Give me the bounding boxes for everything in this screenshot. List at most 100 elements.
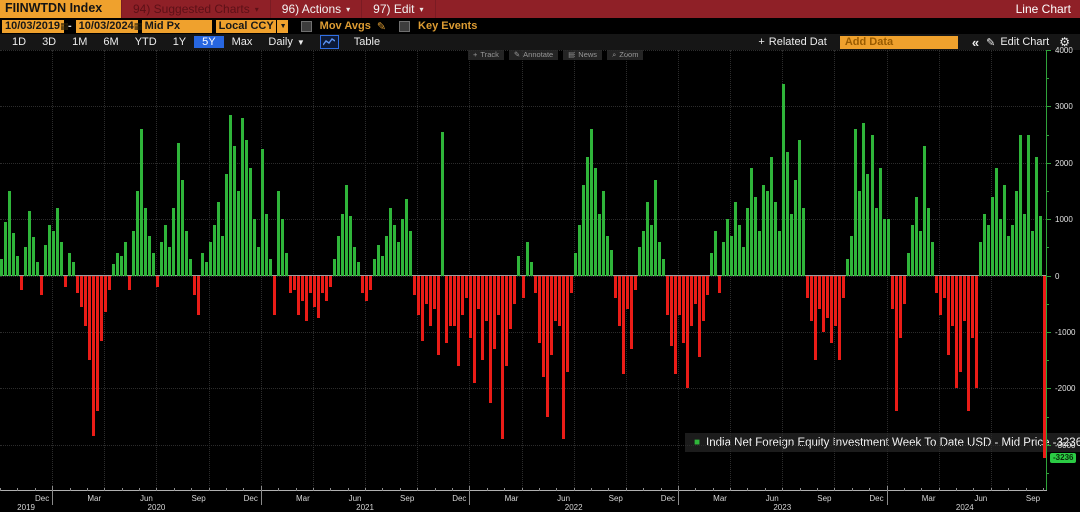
year-separator <box>887 486 888 505</box>
chart-bar <box>846 259 849 276</box>
collapse-panel-button[interactable]: « <box>972 35 979 50</box>
chart-bar <box>76 276 79 293</box>
security-ticker-field[interactable]: FIINWTDN Index <box>0 0 121 18</box>
chart-bar <box>249 168 252 275</box>
chart-bar <box>654 180 657 276</box>
chart-bar <box>798 140 801 275</box>
edit-chart-button[interactable]: ✎ Edit Chart <box>986 36 1049 49</box>
chart-bar <box>931 242 934 276</box>
legend-label: India Net Foreign Equity Investment Week… <box>706 437 1080 449</box>
end-date-input[interactable]: 10/03/2024 ▦ <box>76 20 138 33</box>
x-axis-minor-tick <box>869 488 870 491</box>
menu-edit[interactable]: 97) Edit ▾ <box>362 0 435 18</box>
chart-bar <box>594 168 597 275</box>
chart-bar <box>522 276 525 299</box>
legend[interactable]: ■ India Net Foreign Equity Investment We… <box>685 433 1080 452</box>
chart-bar <box>253 219 256 275</box>
last-price-badge: -3236 <box>1050 453 1076 463</box>
news-button[interactable]: ▤ News <box>563 50 602 60</box>
chart-bar <box>550 276 553 355</box>
key-events-checkbox[interactable] <box>399 21 410 32</box>
chart-bar <box>614 276 617 299</box>
range-tab-1m[interactable]: 1M <box>64 36 95 48</box>
year-separator <box>678 486 679 505</box>
range-tab-1y[interactable]: 1Y <box>165 36 194 48</box>
currency-select[interactable]: Local CCY ▼ <box>216 20 288 33</box>
range-toolbar: 1D 3D 1M 6M YTD 1Y 5Y Max Daily ▼ Table … <box>0 34 1080 50</box>
chart-bar <box>120 256 123 276</box>
y-axis-tick <box>1047 304 1049 305</box>
add-data-input[interactable]: Add Data <box>840 36 958 49</box>
chart-bar <box>185 231 188 276</box>
range-tab-ytd[interactable]: YTD <box>127 36 165 48</box>
mov-avgs-checkbox[interactable] <box>301 21 312 32</box>
line-chart-icon[interactable] <box>320 35 339 49</box>
dropdown-arrow-icon[interactable]: ▼ <box>277 20 288 33</box>
price-field-input[interactable]: Mid Px <box>142 20 212 33</box>
chart-bar <box>686 276 689 389</box>
chart-bar <box>92 276 95 437</box>
y-axis-tick <box>1047 332 1051 333</box>
chart-bar <box>0 259 3 276</box>
chart-bar <box>481 276 484 361</box>
x-axis-month-label: Dec <box>244 494 258 503</box>
chart-bar <box>634 276 637 290</box>
range-tab-6m[interactable]: 6M <box>95 36 126 48</box>
range-tab-max[interactable]: Max <box>224 36 261 48</box>
plot-area[interactable]: + Track ✎ Annotate ▤ News ⌕ Zoom ■ In <box>0 50 1046 490</box>
menu-actions[interactable]: 96) Actions ▾ <box>271 0 362 18</box>
chart-bar <box>746 208 749 276</box>
x-axis-minor-tick <box>991 488 992 491</box>
chart-bar <box>293 276 296 290</box>
x-axis-minor-tick <box>539 488 540 491</box>
v-gridline <box>939 50 940 490</box>
chart-bar <box>730 236 733 275</box>
chart-bar <box>381 256 384 276</box>
range-tab-1d[interactable]: 1D <box>4 36 34 48</box>
y-axis-tick <box>1047 388 1051 389</box>
range-tab-5y[interactable]: 5Y <box>194 36 223 48</box>
x-axis-minor-tick <box>522 488 523 491</box>
pencil-icon[interactable]: ✎ <box>377 20 386 33</box>
chart-bar <box>790 214 793 276</box>
related-data-button[interactable]: + Related Dat <box>752 36 833 48</box>
x-axis-minor-tick <box>800 488 801 491</box>
chart-bar <box>397 242 400 276</box>
key-events-label[interactable]: Key Events <box>418 20 477 32</box>
chart-bar <box>674 276 677 375</box>
frequency-select[interactable]: Daily ▼ <box>260 36 312 48</box>
chart-bar <box>979 242 982 276</box>
y-axis-tick <box>1047 135 1049 136</box>
start-date-input[interactable]: 10/03/2019 ▦ <box>2 20 64 33</box>
y-axis-tick <box>1047 191 1049 192</box>
y-axis-tick <box>1047 417 1049 418</box>
chart-bar <box>578 225 581 276</box>
chart-bar <box>754 197 757 276</box>
track-button[interactable]: + Track <box>468 50 504 60</box>
mov-avgs-label[interactable]: Mov Avgs <box>320 20 371 32</box>
chart-bar <box>830 276 833 344</box>
chart-bar <box>40 276 43 296</box>
chart-bar <box>782 84 785 276</box>
annotate-button[interactable]: ✎ Annotate <box>509 50 558 60</box>
x-axis-minor-tick <box>556 488 557 491</box>
chart-bar <box>858 191 861 276</box>
chart-bar <box>526 242 529 276</box>
v-gridline <box>313 50 314 490</box>
x-axis-minor-tick <box>70 488 71 491</box>
x-axis-month-label: Mar <box>922 494 936 503</box>
menu-label: 96) Actions <box>282 2 341 16</box>
table-tab[interactable]: Table <box>346 36 388 48</box>
chart-bar <box>16 256 19 276</box>
range-tab-3d[interactable]: 3D <box>34 36 64 48</box>
chart-bar <box>325 276 328 301</box>
chart-bar <box>534 276 537 293</box>
chart-bar <box>887 219 890 275</box>
chevron-down-icon: ▾ <box>255 4 259 14</box>
chart-bar <box>52 231 55 276</box>
y-axis-tick <box>1047 219 1051 220</box>
x-axis-minor-tick <box>921 488 922 491</box>
chart-bar <box>967 276 970 411</box>
menu-suggested-charts[interactable]: 94) Suggested Charts ▾ <box>121 0 271 18</box>
chart-bar <box>770 157 773 275</box>
